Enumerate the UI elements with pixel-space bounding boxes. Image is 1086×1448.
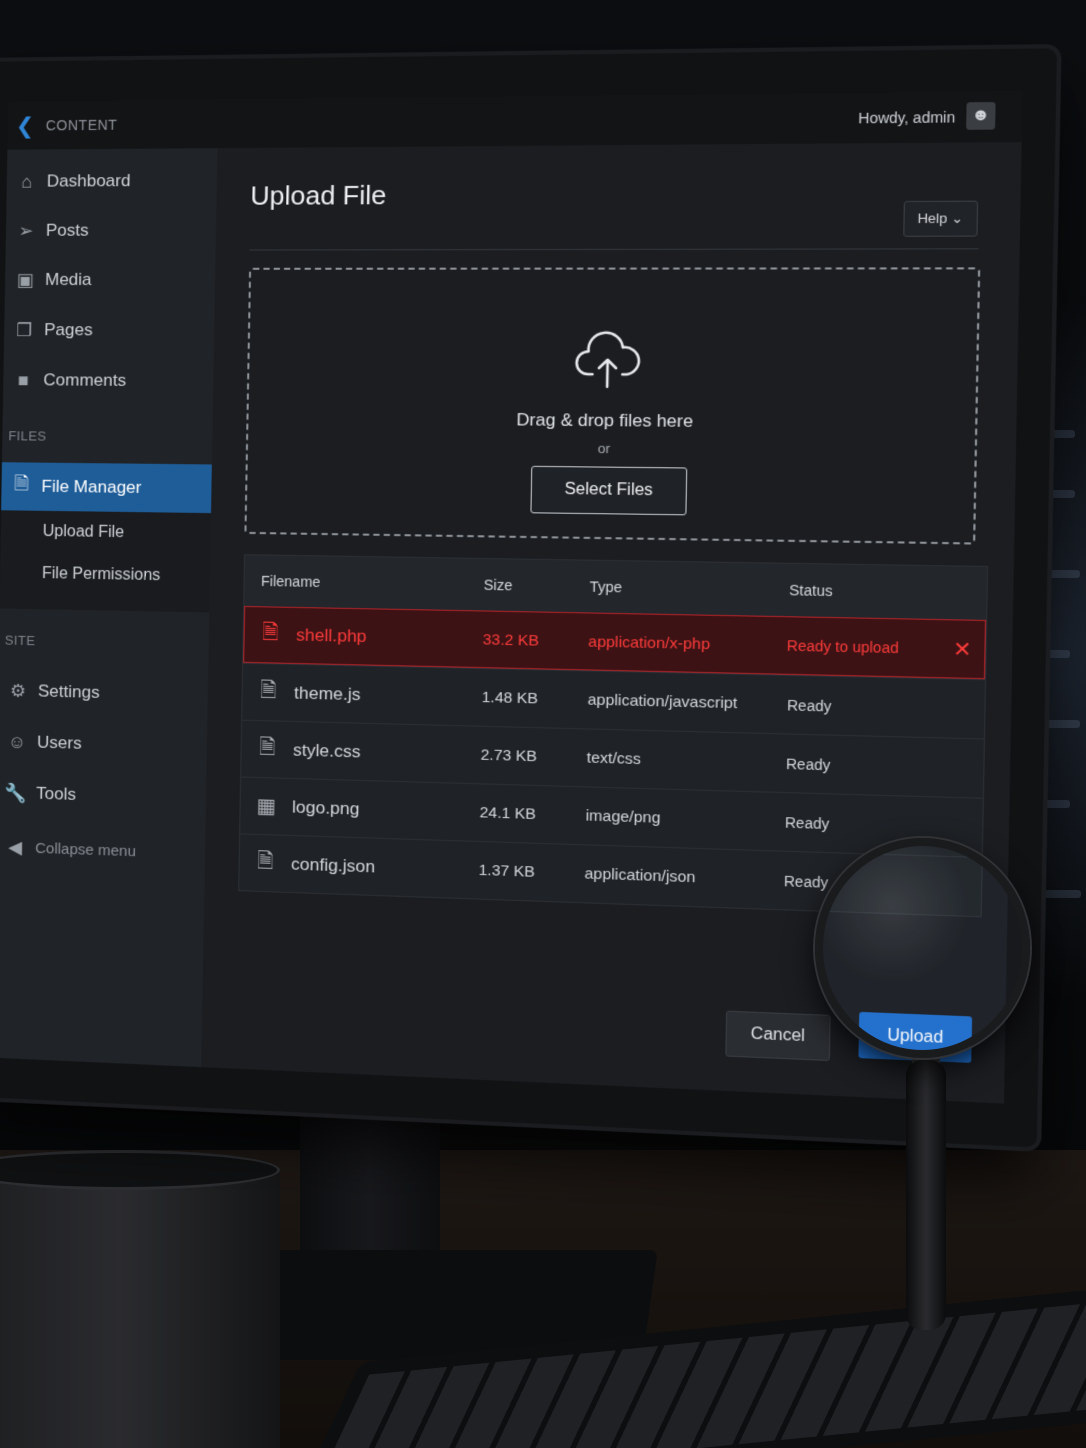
dropzone-or: or — [597, 440, 611, 457]
file-size: 2.73 KB — [480, 746, 538, 766]
file-type: image/png — [585, 807, 661, 827]
screen: ❮ CONTENT Howdy, admin ☻ ⌂ Dashboard ➢ P… — [0, 91, 1023, 1104]
help-label: Help — [917, 210, 948, 227]
upload-file-table: Filename Size Type Status 🗎 shell.php 33.… — [238, 554, 989, 918]
image-file-icon: ▦ — [256, 795, 277, 819]
file-size: 1.37 KB — [478, 861, 536, 881]
select-files-button[interactable]: Select Files — [530, 465, 688, 516]
file-status: Ready — [786, 696, 832, 715]
monitor: ❮ CONTENT Howdy, admin ☻ ⌂ Dashboard ➢ P… — [0, 48, 1058, 1148]
sidebar-item-label: File Manager — [41, 476, 142, 498]
file-size: 33.2 KB — [482, 630, 540, 650]
sidebar-section-site: SITE — [4, 632, 36, 649]
pages-icon: ❐ — [15, 319, 33, 340]
back-arrow-icon[interactable]: ❮ — [16, 113, 35, 139]
column-header-filename: Filename — [260, 572, 321, 591]
file-size: 24.1 KB — [479, 803, 537, 824]
footer-text: Thank you for creating with — [242, 1072, 418, 1097]
sidebar-item-file-manager[interactable]: 🗎 File Manager — [1, 462, 212, 514]
file-icon: 🗎 — [14, 473, 29, 494]
sidebar-item-pages[interactable]: ❐ Pages — [4, 310, 215, 351]
pin-icon: ➢ — [18, 220, 34, 241]
sidebar-item-label: Users — [36, 732, 82, 753]
chevron-down-icon: ⌄ — [951, 210, 964, 227]
file-name: shell.php — [295, 625, 367, 647]
file-type: application/javascript — [587, 691, 738, 713]
file-size: 1.48 KB — [481, 688, 539, 708]
remove-file-close-icon[interactable]: ✕ — [940, 635, 985, 662]
submenu-item-file-permissions[interactable]: File Permissions — [42, 565, 161, 585]
file-icon: 🗎 — [256, 849, 274, 873]
title-divider — [249, 248, 979, 251]
file-name: logo.png — [291, 796, 360, 819]
home-icon: ⌂ — [21, 171, 33, 192]
wrench-icon: 🔧 — [4, 782, 28, 803]
user-greeting[interactable]: Howdy, admin — [858, 109, 955, 127]
users-icon: ☺ — [7, 731, 27, 752]
media-icon: ▣ — [16, 269, 34, 290]
sidebar-item-tools[interactable]: 🔧 Tools — [0, 773, 206, 820]
file-name: theme.js — [293, 682, 361, 704]
main-content: Upload File Help ⌄ Drag & drop files her… — [201, 142, 1022, 1104]
column-header-type: Type — [589, 578, 623, 596]
file-icon: 🗎 — [259, 678, 277, 702]
file-name: style.css — [292, 739, 361, 762]
footer-credit: Thank you for creating with CMS — [243, 1072, 454, 1098]
file-status: Ready — [784, 813, 830, 832]
sidebar-item-comments[interactable]: ■ Comments — [3, 360, 214, 402]
file-status: Ready — [783, 872, 829, 891]
file-status: Ready — [785, 754, 831, 773]
collapse-arrow-icon: ◀ — [8, 836, 23, 857]
column-header-size: Size — [483, 576, 513, 594]
magnifying-glass-handle — [906, 1060, 946, 1330]
column-header-status: Status — [789, 581, 833, 600]
sidebar-item-label: Settings — [37, 681, 100, 702]
file-type: application/x-php — [588, 632, 711, 653]
sidebar-item-label: Tools — [36, 783, 77, 804]
sidebar: ⌂ Dashboard ➢ Posts ▣ Media ❐ Pages ■ Co… — [0, 148, 218, 1068]
sidebar-item-label: Posts — [45, 220, 89, 240]
file-dropzone[interactable]: Drag & drop files here or Select Files — [244, 267, 981, 545]
cancel-button[interactable]: Cancel — [725, 1010, 831, 1062]
sidebar-item-label: Media — [44, 269, 92, 290]
help-button[interactable]: Help ⌄ — [902, 200, 979, 237]
collapse-menu-label: Collapse menu — [35, 839, 137, 860]
sidebar-item-label: Pages — [44, 320, 93, 340]
admin-topbar: ❮ CONTENT Howdy, admin ☻ — [7, 91, 1023, 150]
sidebar-item-label: Comments — [43, 370, 127, 390]
collapse-menu-button[interactable]: ◀ Collapse menu — [0, 827, 205, 874]
comment-icon: ■ — [17, 369, 29, 390]
file-type: text/css — [586, 749, 642, 769]
file-type: application/json — [584, 865, 696, 887]
sidebar-item-settings[interactable]: ⚙ Settings — [0, 670, 208, 715]
page-title: Upload File — [250, 179, 387, 211]
gear-icon: ⚙ — [9, 680, 27, 701]
sidebar-section-files: FILES — [8, 428, 47, 444]
sidebar-item-dashboard[interactable]: ⌂ Dashboard — [6, 160, 217, 202]
footer-cms-link[interactable]: CMS — [421, 1080, 454, 1098]
file-icon: 🗎 — [258, 735, 276, 759]
file-name: config.json — [290, 853, 376, 877]
user-avatar-icon[interactable]: ☻ — [966, 102, 996, 130]
sidebar-item-label: Dashboard — [46, 170, 131, 191]
file-status: Ready to upload — [786, 637, 899, 657]
cloud-upload-icon — [573, 327, 643, 394]
brand-label: CONTENT — [45, 116, 118, 134]
coffee-mug — [0, 1160, 280, 1448]
sidebar-item-users[interactable]: ☺ Users — [0, 721, 207, 767]
dropzone-instructions: Drag & drop files here — [516, 409, 694, 432]
sidebar-submenu: Upload File File Permissions — [0, 510, 211, 613]
sidebar-item-posts[interactable]: ➢ Posts — [6, 210, 217, 251]
file-icon: 🗎 — [261, 621, 279, 645]
submenu-item-upload-file[interactable]: Upload File — [43, 523, 125, 542]
sidebar-item-media[interactable]: ▣ Media — [5, 260, 216, 301]
